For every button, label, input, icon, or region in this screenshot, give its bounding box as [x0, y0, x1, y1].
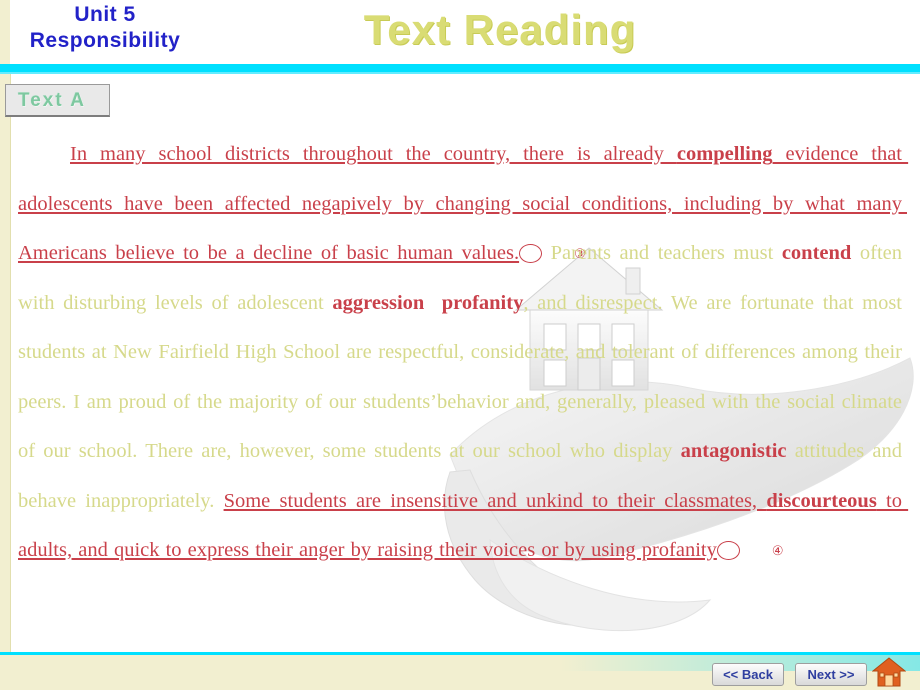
- passage-segment: Parents and teachers must: [542, 242, 782, 264]
- next-button[interactable]: Next >>: [795, 663, 867, 686]
- passage-segment: [424, 292, 441, 314]
- passage-segment: ④: [716, 541, 784, 560]
- page-header: Unit 5 Responsibility Text Reading: [10, 0, 920, 64]
- tab-text-a[interactable]: Text A: [5, 84, 110, 117]
- passage-segment: , and disrespect. We are fortunate that …: [18, 291, 909, 463]
- passage-segment: Some students are insensitive and unkind…: [223, 489, 767, 512]
- passage-paragraph: In many school districts throughout the …: [18, 130, 902, 576]
- back-button[interactable]: << Back: [712, 663, 784, 686]
- passage-segment: profanity: [441, 291, 524, 314]
- passage-segment: In many school districts throughout the …: [70, 143, 677, 165]
- header-divider-rule: [0, 64, 920, 72]
- passage-segment: ③: [519, 244, 586, 263]
- passage-segment: antagonistic: [680, 440, 787, 462]
- passage-segment: aggression: [332, 291, 425, 314]
- passage-segment: compelling: [676, 143, 773, 165]
- unit-label: Unit 5 Responsibility: [10, 2, 200, 54]
- home-icon[interactable]: [872, 656, 906, 688]
- passage-segment: discourteous: [766, 489, 877, 512]
- page-title: Text Reading: [363, 6, 637, 53]
- reading-passage: In many school districts throughout the …: [18, 130, 902, 630]
- header-divider-rule-secondary: [0, 72, 920, 74]
- unit-line-2: Responsibility: [29, 29, 181, 52]
- passage-segment: contend: [781, 242, 852, 264]
- tab-text-a-label: Text A: [18, 90, 86, 111]
- unit-line-1: Unit 5: [74, 3, 136, 26]
